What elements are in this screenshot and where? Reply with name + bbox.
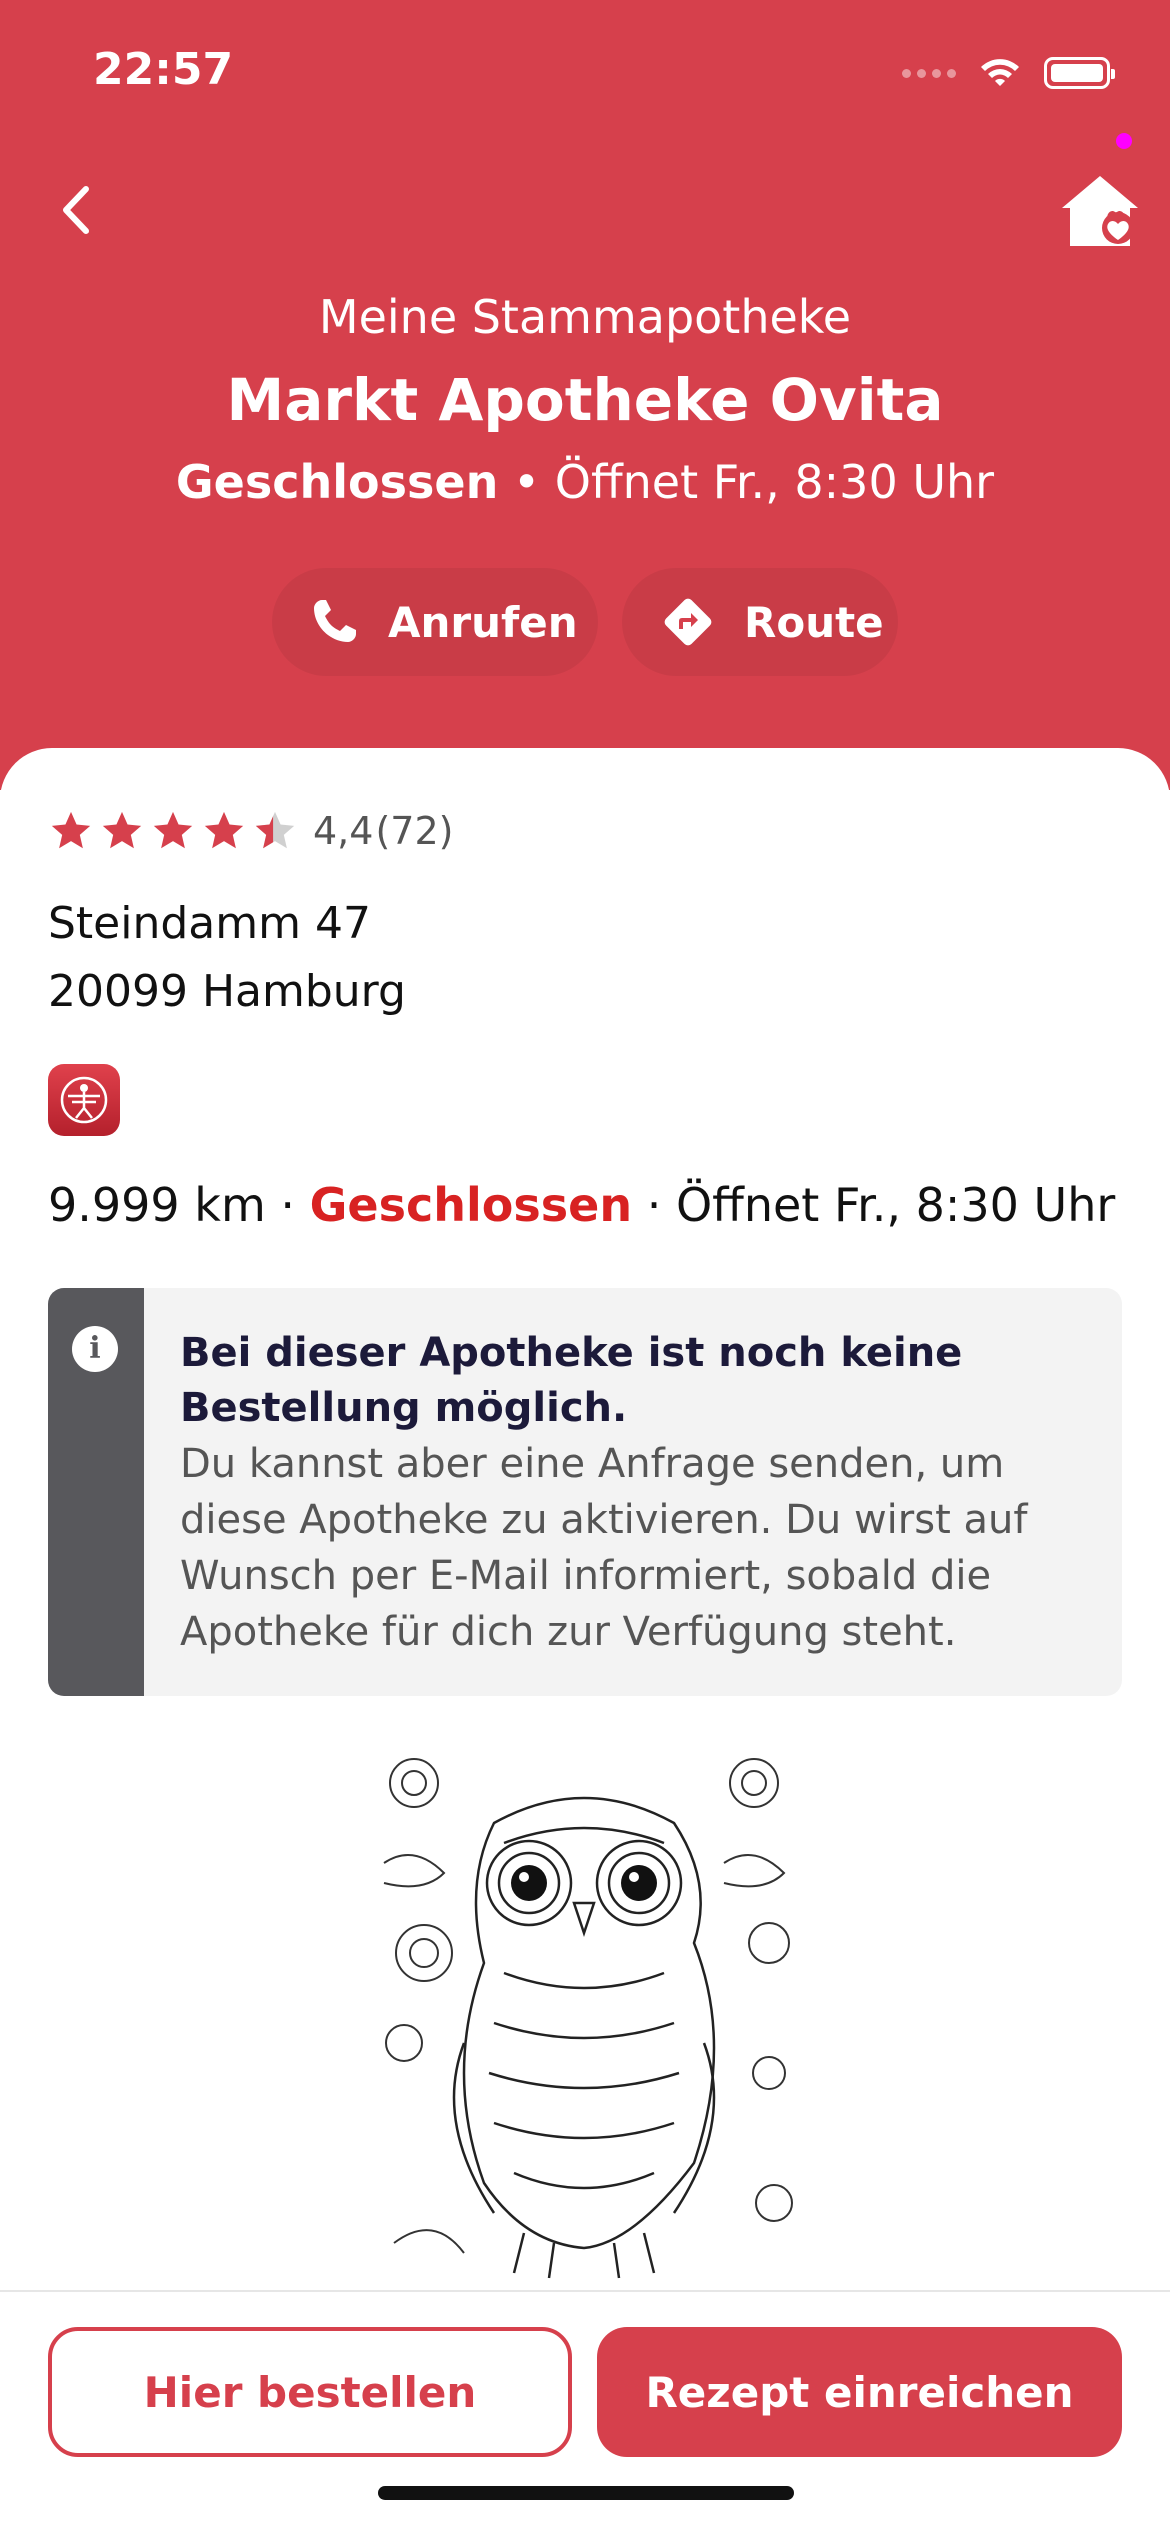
separator-dot: · [265, 1178, 310, 1232]
closed-status: Geschlossen [175, 455, 499, 509]
opens-time: Öffnet Fr., 8:30 Uhr [675, 1178, 1116, 1232]
star-icon [51, 811, 91, 849]
star-icon [204, 811, 244, 849]
owl-illustration [374, 1743, 796, 2286]
chevron-left-icon[interactable] [44, 175, 114, 245]
status-indicators [902, 56, 1115, 90]
info-title: Bei dieser Apotheke ist noch keine Beste… [180, 1330, 963, 1431]
route-label: Route [744, 597, 884, 647]
star-icon [102, 811, 142, 849]
phone-icon [314, 600, 356, 642]
opens-time: Öffnet Fr., 8:30 Uhr [554, 455, 995, 509]
home-indicator [378, 2486, 794, 2500]
info-icon: i [72, 1326, 118, 1372]
route-button[interactable]: Route [622, 568, 898, 676]
star-icon [153, 811, 193, 849]
rating-value: 4,4 [313, 809, 374, 853]
call-button[interactable]: Anrufen [272, 568, 598, 676]
cellular-signal-icon [902, 68, 956, 78]
route-icon [664, 598, 712, 646]
rating[interactable]: 4,4 (72) [48, 808, 453, 854]
closed-status: Geschlossen [309, 1178, 633, 1232]
call-label: Anrufen [388, 597, 578, 647]
distance-status-line: 9.999 km · Geschlossen · Öffnet Fr., 8:3… [48, 1178, 1115, 1232]
wifi-icon [981, 59, 1019, 86]
notification-dot [1116, 133, 1132, 149]
address-city: 20099 Hamburg [48, 966, 406, 1017]
address-street: Steindamm 47 [48, 898, 371, 949]
opening-status: Geschlossen • Öffnet Fr., 8:30 Uhr [0, 455, 1170, 509]
info-body: Du kannst aber eine Anfrage senden, um d… [180, 1441, 1028, 1655]
status-separator: • [498, 455, 555, 509]
pharmacy-header: 22:57 Meine Stammapotheke Markt Apotheke… [0, 0, 1170, 790]
home-heart-icon[interactable] [1058, 170, 1142, 254]
rating-count: (72) [375, 809, 454, 853]
separator-dot: · [632, 1178, 676, 1232]
status-time: 22:57 [93, 44, 234, 95]
info-banner: i Bei dieser Apotheke ist noch keine Bes… [48, 1288, 1122, 1696]
pharmacy-name: Markt Apotheke Ovita [226, 366, 944, 434]
distance: 9.999 km [48, 1178, 266, 1232]
order-here-button[interactable]: Hier bestellen [48, 2327, 572, 2457]
favorite-caption: Meine Stammapotheke [318, 290, 852, 344]
pharmacy-app-icon [48, 1064, 120, 1136]
submit-prescription-button[interactable]: Rezept einreichen [597, 2327, 1122, 2457]
star-half-icon [255, 811, 295, 849]
battery-icon [1044, 57, 1115, 89]
